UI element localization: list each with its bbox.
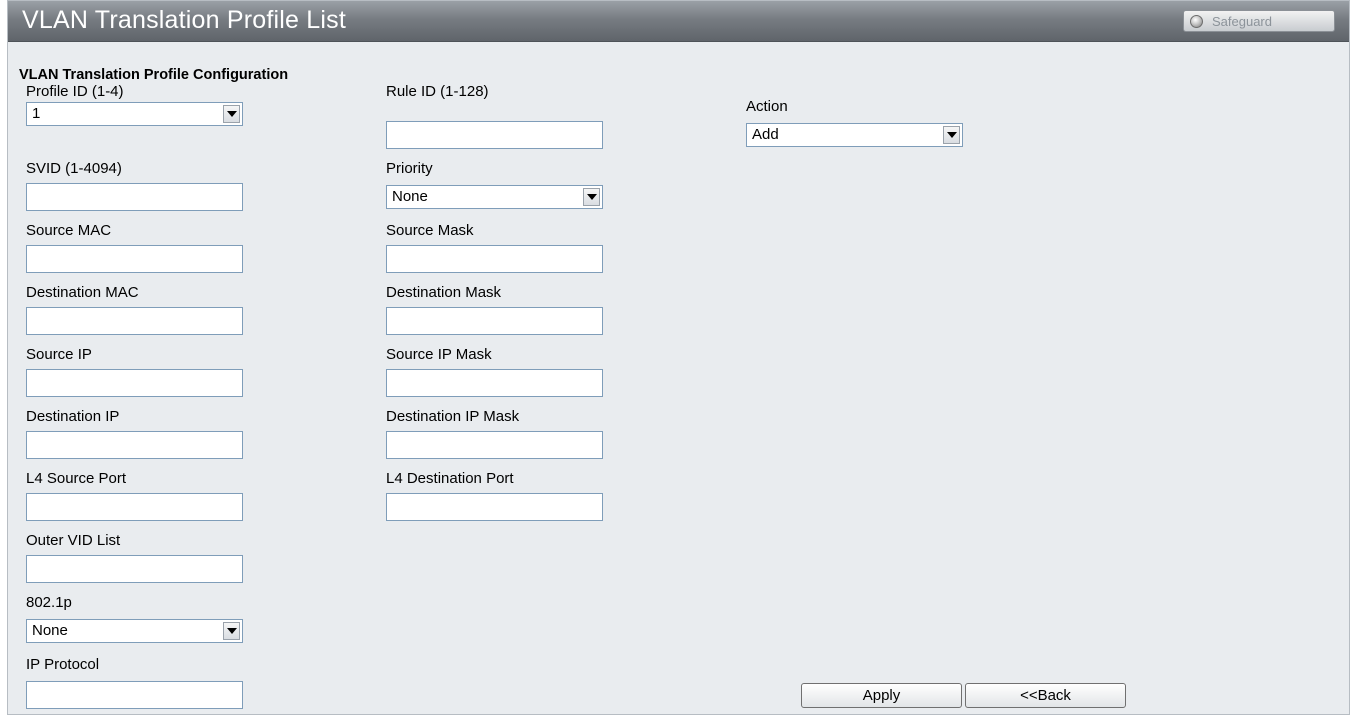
action-label: Action <box>746 98 788 115</box>
l4-destination-port-label: L4 Destination Port <box>386 470 514 487</box>
section-title: VLAN Translation Profile Configuration <box>19 67 289 83</box>
svid-input[interactable] <box>26 183 243 211</box>
chevron-down-icon[interactable] <box>943 126 960 144</box>
destination-ip-mask-label: Destination IP Mask <box>386 408 520 425</box>
profile-id-value: 1 <box>32 105 41 122</box>
source-ip-mask-label: Source IP Mask <box>386 346 492 363</box>
destination-ip-input[interactable] <box>26 431 243 459</box>
safeguard-status-icon <box>1190 14 1203 28</box>
ip-protocol-label: IP Protocol <box>26 656 100 673</box>
source-ip-input[interactable] <box>26 369 243 397</box>
chevron-down-icon[interactable] <box>583 188 600 206</box>
source-mac-input[interactable] <box>26 245 243 273</box>
source-ip-mask-input[interactable] <box>386 369 603 397</box>
safeguard-button[interactable]: Safeguard <box>1183 10 1335 32</box>
priority-label: Priority <box>386 160 433 177</box>
back-button[interactable]: <<Back <box>965 683 1126 708</box>
source-mask-label: Source Mask <box>386 222 474 239</box>
action-value: Add <box>752 126 779 143</box>
rule-id-label: Rule ID (1-128) <box>386 83 489 100</box>
l4-destination-port-input[interactable] <box>386 493 603 521</box>
source-mask-input[interactable] <box>386 245 603 273</box>
outer-vid-list-input[interactable] <box>26 555 243 583</box>
page-title: VLAN Translation Profile List <box>22 6 347 34</box>
source-ip-label: Source IP <box>26 346 92 363</box>
action-select[interactable]: Add <box>746 123 963 147</box>
dot1p-label: 802.1p <box>26 594 72 611</box>
priority-value: None <box>392 188 428 205</box>
title-bar: VLAN Translation Profile List Safeguard <box>8 1 1349 42</box>
destination-mask-label: Destination Mask <box>386 284 502 301</box>
destination-mac-input[interactable] <box>26 307 243 335</box>
ip-protocol-input[interactable] <box>26 681 243 709</box>
destination-mask-input[interactable] <box>386 307 603 335</box>
svid-label: SVID (1-4094) <box>26 160 122 177</box>
destination-mac-label: Destination MAC <box>26 284 139 301</box>
profile-id-select[interactable]: 1 <box>26 102 243 126</box>
dot1p-value: None <box>32 622 68 639</box>
dot1p-select[interactable]: None <box>26 619 243 643</box>
priority-select[interactable]: None <box>386 185 603 209</box>
destination-ip-label: Destination IP <box>26 408 120 425</box>
l4-source-port-label: L4 Source Port <box>26 470 127 487</box>
outer-vid-list-label: Outer VID List <box>26 532 121 549</box>
rule-id-input[interactable] <box>386 121 603 149</box>
safeguard-label: Safeguard <box>1212 13 1272 29</box>
destination-ip-mask-input[interactable] <box>386 431 603 459</box>
chevron-down-icon[interactable] <box>223 105 240 123</box>
l4-source-port-input[interactable] <box>26 493 243 521</box>
profile-id-label: Profile ID (1-4) <box>26 83 124 100</box>
chevron-down-icon[interactable] <box>223 622 240 640</box>
apply-button[interactable]: Apply <box>801 683 962 708</box>
source-mac-label: Source MAC <box>26 222 112 239</box>
